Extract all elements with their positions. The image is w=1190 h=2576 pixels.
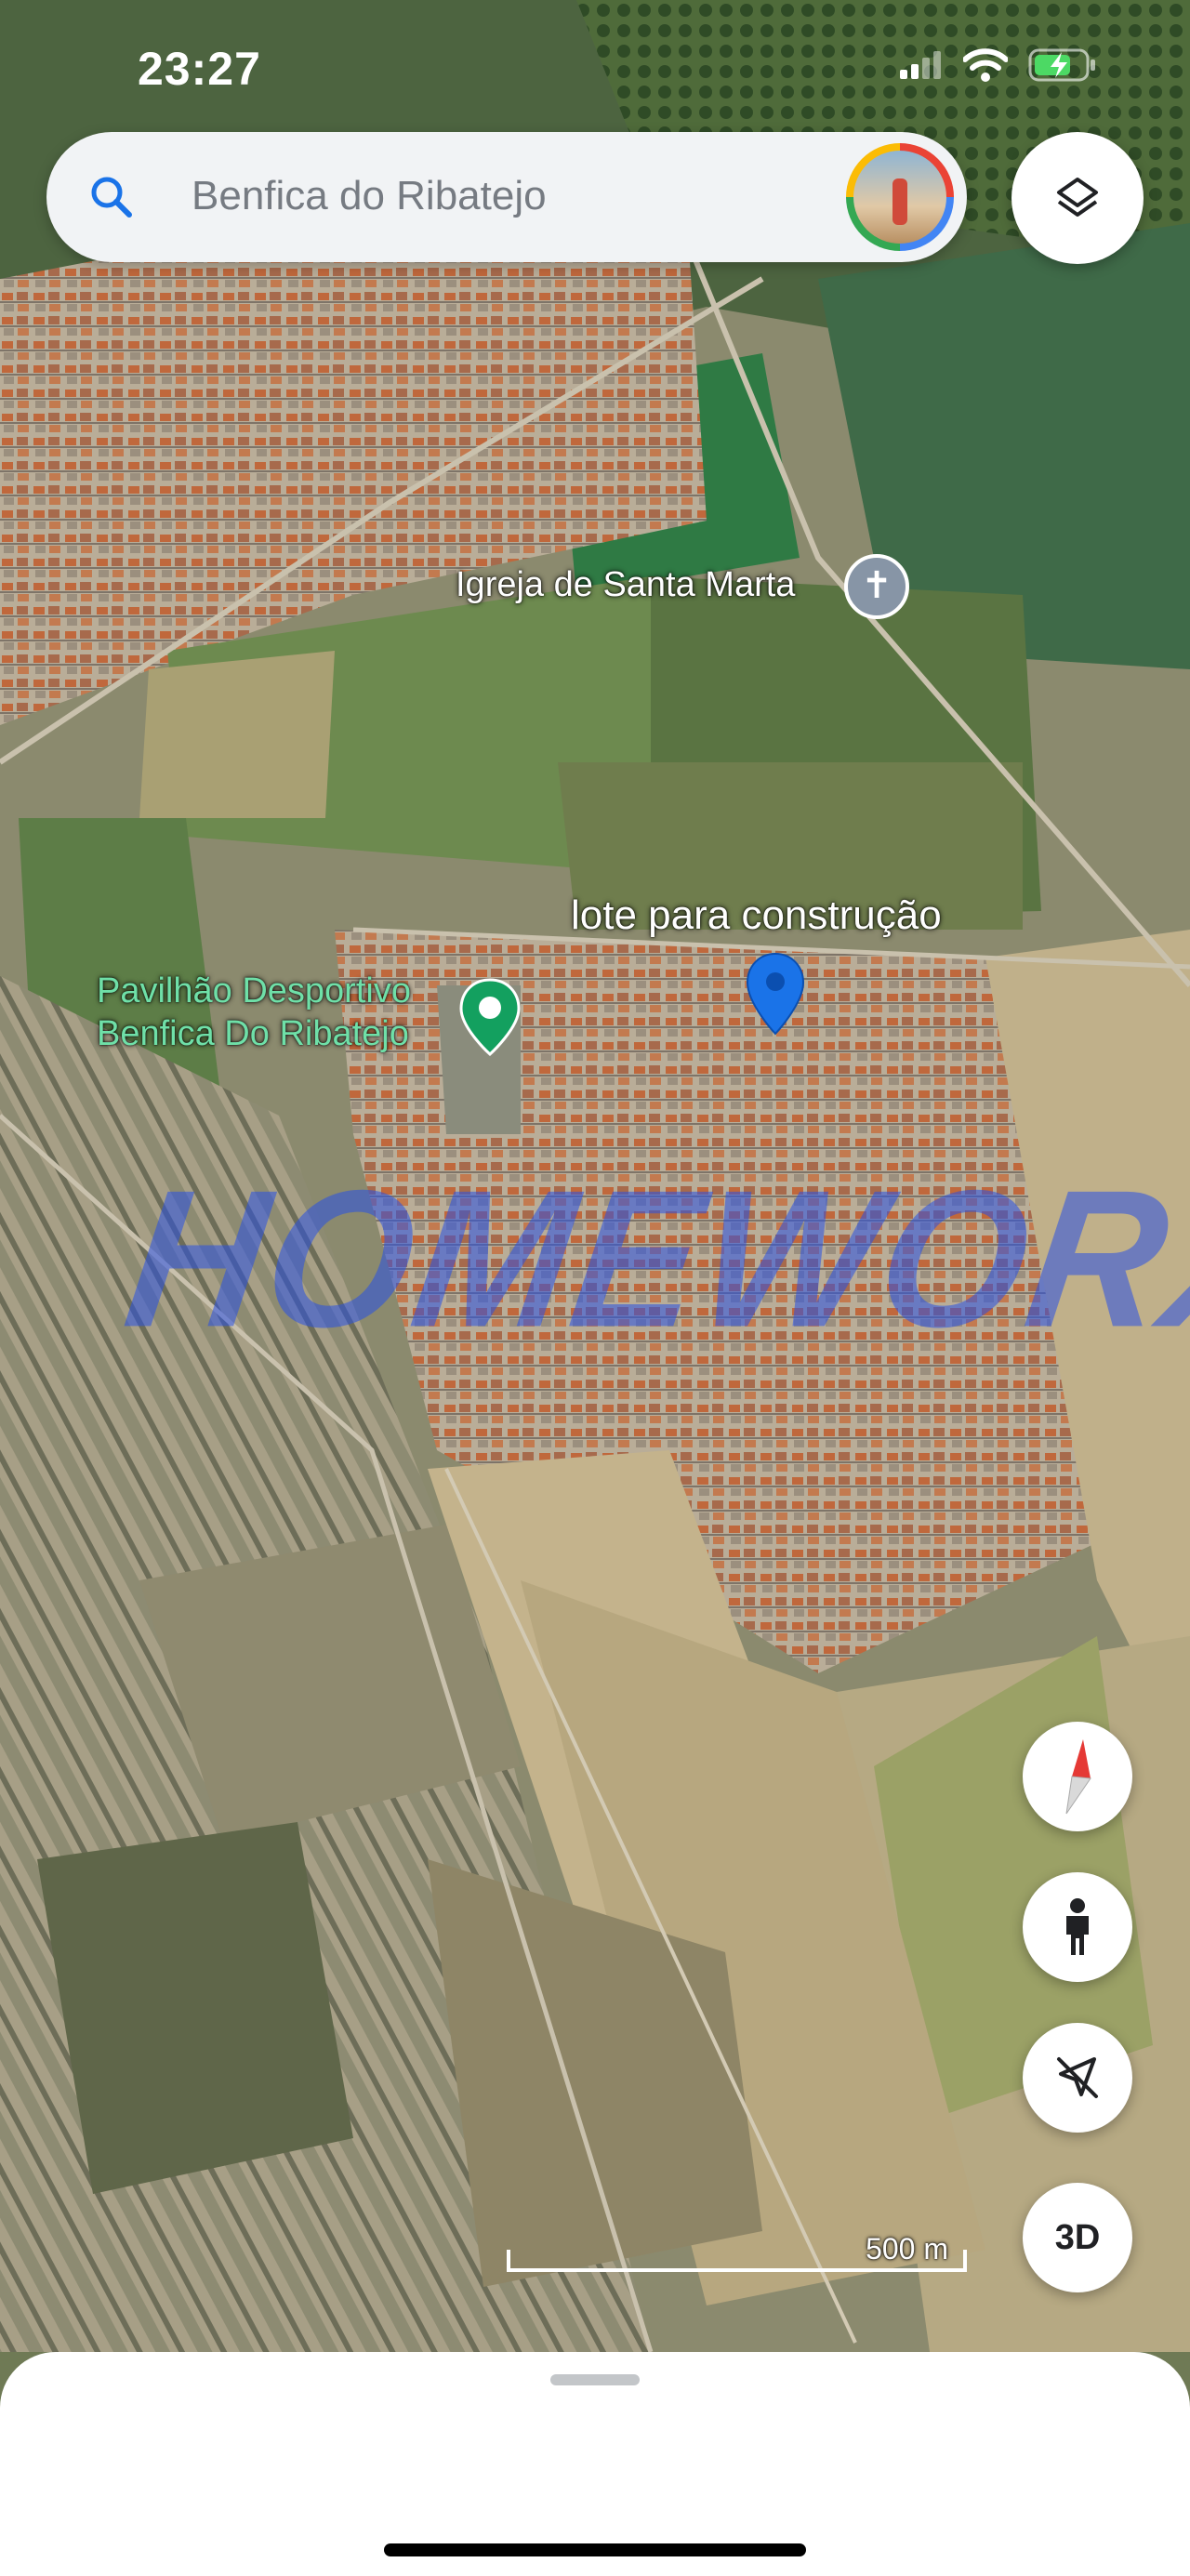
bottom-sheet[interactable] (0, 2352, 1190, 2576)
search-bar[interactable]: Benfica do Ribatejo (46, 132, 967, 262)
compass-button[interactable] (1023, 1722, 1132, 1831)
compass-icon (1065, 1739, 1091, 1815)
satellite-map[interactable]: Igreja de Santa Marta ✝ Pavilhão Desport… (0, 0, 1190, 2352)
wifi-icon (963, 48, 1008, 82)
pin-label[interactable]: lote para construção (571, 892, 942, 939)
scale-tick-right (963, 2250, 967, 2272)
scale-tick-left (507, 2250, 510, 2272)
scale-line (507, 2268, 967, 2272)
location-pin-icon[interactable] (744, 952, 807, 1036)
location-off-icon (1057, 2057, 1098, 2098)
home-indicator[interactable] (384, 2543, 806, 2556)
scale-label: 500 m (866, 2232, 948, 2266)
search-icon[interactable] (87, 173, 136, 221)
avatar-photo (853, 151, 946, 244)
layers-icon (1057, 178, 1098, 217)
pavilion-label-line1: Pavilhão Desportivo (97, 971, 411, 1011)
3d-button[interactable]: 3D (1023, 2183, 1132, 2292)
search-input[interactable]: Benfica do Ribatejo (192, 173, 547, 219)
status-bar: 23:27 (0, 0, 1190, 139)
system-icons (900, 48, 1097, 82)
sheet-drag-handle[interactable] (550, 2374, 640, 2385)
map-scale-bar: 500 m (507, 2232, 967, 2272)
pegman-icon (1066, 1898, 1089, 1955)
signal-icon (900, 51, 941, 79)
layers-button[interactable] (1012, 132, 1144, 264)
avatar[interactable] (846, 143, 954, 251)
status-time: 23:27 (138, 43, 261, 95)
poi-label-pavilion[interactable]: Pavilhão Desportivo Benfica Do Ribatejo (97, 970, 411, 1055)
green-pin-icon[interactable] (457, 978, 522, 1056)
my-location-button[interactable] (1023, 2023, 1132, 2133)
watermark: HOMEWORX (114, 1150, 1190, 1368)
church-poi-icon[interactable]: ✝ (844, 554, 909, 619)
battery-charging-icon (1028, 48, 1095, 82)
poi-label-church[interactable]: Igreja de Santa Marta (456, 565, 795, 605)
street-view-button[interactable] (1023, 1872, 1132, 1982)
pavilion-label-line2: Benfica Do Ribatejo (97, 1014, 409, 1053)
